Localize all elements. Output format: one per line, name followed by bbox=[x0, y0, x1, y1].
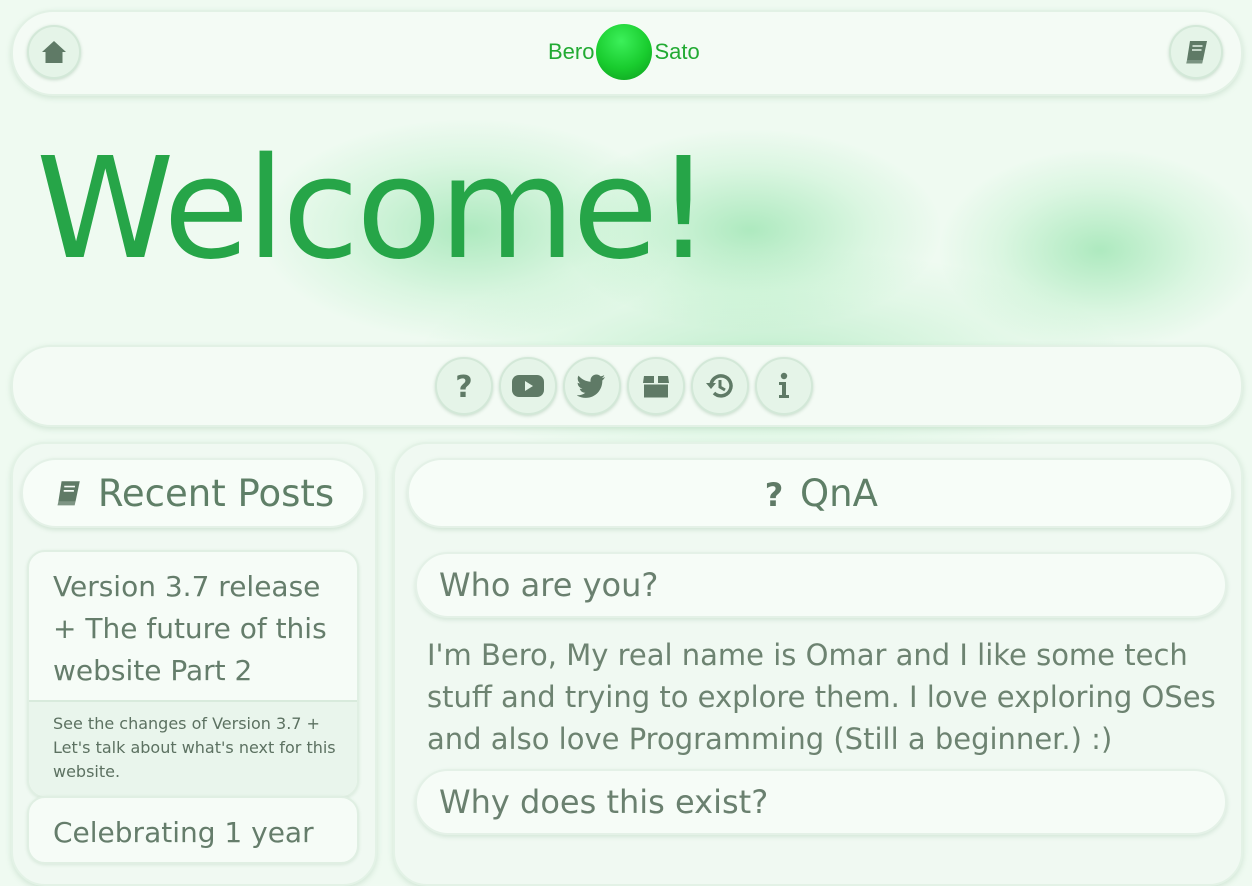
youtube-link-button[interactable] bbox=[499, 357, 557, 415]
question-icon: ? bbox=[455, 371, 472, 401]
qna-panel: ? QnA Who are you? I'm Bero, My real nam… bbox=[393, 442, 1243, 886]
info-link-button[interactable] bbox=[755, 357, 813, 415]
brand-right-text: Sato bbox=[654, 39, 700, 64]
qna-header: ? QnA bbox=[407, 458, 1233, 528]
blog-button[interactable] bbox=[1169, 25, 1223, 79]
post-card[interactable]: Celebrating 1 year bbox=[27, 796, 359, 864]
brand-left-text: Bero bbox=[548, 39, 595, 64]
book-icon bbox=[1186, 41, 1207, 64]
info-icon bbox=[779, 372, 789, 398]
box-icon bbox=[643, 376, 669, 398]
qna-link-button[interactable]: ? bbox=[435, 357, 493, 415]
youtube-icon bbox=[512, 375, 544, 397]
recent-posts-panel: Recent Posts Version 3.7 release + The f… bbox=[11, 442, 377, 886]
post-title: Celebrating 1 year bbox=[53, 816, 314, 849]
answer-text: I'm Bero, My real name is Omar and I lik… bbox=[427, 638, 1216, 756]
question-item[interactable]: Why does this exist? bbox=[415, 769, 1227, 835]
post-description: See the changes of Version 3.7 + Let's t… bbox=[29, 700, 357, 796]
recent-posts-title: Recent Posts bbox=[97, 471, 335, 515]
social-icon-bar: ? bbox=[11, 345, 1243, 427]
svg-text:?: ? bbox=[765, 476, 784, 510]
book-icon bbox=[57, 481, 80, 506]
home-icon bbox=[42, 41, 66, 63]
post-title: Version 3.7 release + The future of this… bbox=[53, 570, 327, 687]
history-icon bbox=[706, 374, 733, 398]
box-link-button[interactable] bbox=[627, 357, 685, 415]
post-card[interactable]: Version 3.7 release + The future of this… bbox=[27, 550, 359, 798]
twitter-link-button[interactable] bbox=[563, 357, 621, 415]
question-icon: ? bbox=[765, 476, 784, 510]
history-link-button[interactable] bbox=[691, 357, 749, 415]
site-logo[interactable]: Bero Sato bbox=[548, 23, 700, 81]
twitter-icon bbox=[577, 374, 605, 398]
svg-text:?: ? bbox=[455, 371, 472, 401]
brand-orb bbox=[596, 24, 653, 80]
recent-posts-header: Recent Posts bbox=[21, 458, 365, 528]
welcome-heading: Welcome! bbox=[36, 128, 712, 291]
qna-title: QnA bbox=[800, 471, 878, 515]
home-button[interactable] bbox=[27, 25, 81, 79]
question-item[interactable]: Who are you? bbox=[415, 552, 1227, 618]
